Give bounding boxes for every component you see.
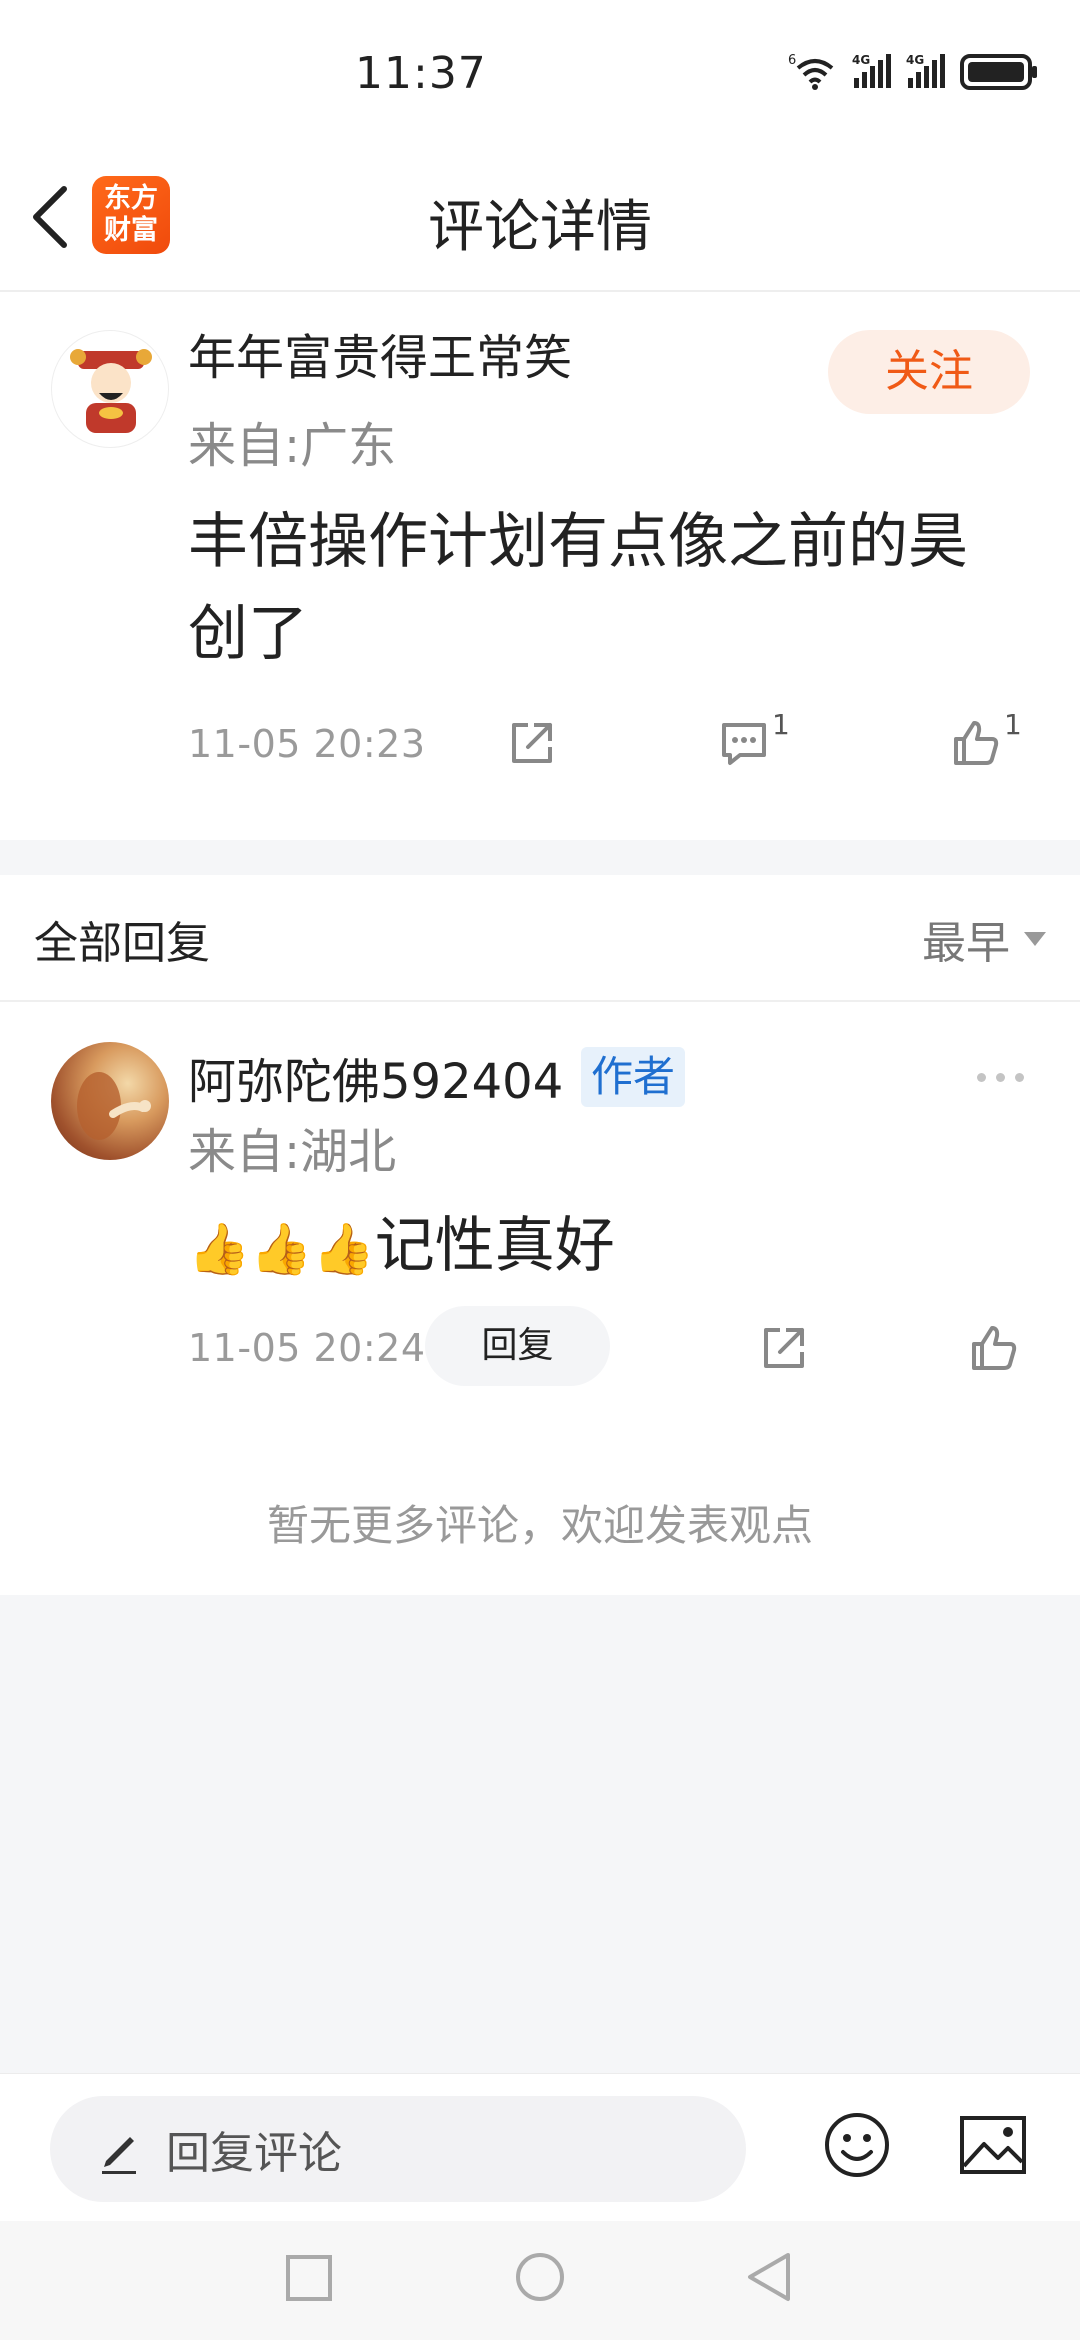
comment-timestamp-value: 11-05 20:23	[188, 722, 426, 766]
page-title: 评论详情	[428, 195, 652, 260]
home-button[interactable]	[513, 2251, 567, 2307]
status-bar: 11:37 6 4G 4G	[0, 0, 1080, 150]
recent-apps-icon	[286, 2255, 332, 2301]
author-badge: 作者	[581, 1047, 686, 1107]
more-dots-icon	[976, 1072, 986, 1082]
like-icon	[954, 721, 999, 765]
reply-input[interactable]: 回复评论	[50, 2096, 746, 2202]
buddha-avatar-icon	[77, 1072, 151, 1140]
share-icon	[512, 723, 552, 763]
header-bar: 东方 财富 评论详情	[0, 150, 1080, 292]
like-count: 1	[1004, 708, 1022, 741]
reply-list: 阿弥陀佛592404 作者 来自:湖北 👍👍👍记性真好 11-05 20:24 …	[0, 1002, 1080, 1595]
replies-title: 全部回复	[34, 918, 210, 969]
system-back-button[interactable]	[744, 2251, 794, 2307]
comment-icon	[722, 723, 766, 765]
reply-content: 👍👍👍记性真好	[188, 1202, 615, 1293]
god-of-wealth-avatar-icon	[70, 349, 152, 433]
like-icon	[972, 1326, 1017, 1370]
status-icons: 6 4G 4G	[788, 52, 1040, 96]
replies-header: 全部回复 最早	[0, 875, 1080, 1002]
battery-icon	[960, 52, 1040, 96]
user-location: 来自:湖北	[188, 1124, 397, 1180]
avatar[interactable]	[51, 330, 169, 448]
recent-apps-button[interactable]	[284, 2251, 334, 2307]
svg-text:4G: 4G	[852, 53, 870, 67]
thumbs-up-emoji: 👍👍👍	[188, 1220, 375, 1278]
reply-timestamp: 11-05 20:24	[188, 1326, 426, 1370]
more-options-button[interactable]	[970, 1062, 1030, 1092]
comment-content: 丰倍操作计划有点像之前的昊创了	[188, 507, 968, 669]
follow-button[interactable]: 关注	[828, 330, 1030, 414]
wifi-icon: 6	[788, 52, 838, 96]
caret-down-icon	[1024, 932, 1046, 946]
emoji-button[interactable]	[822, 2110, 892, 2184]
emoji-icon	[825, 2113, 889, 2177]
reply-button[interactable]: 回复	[425, 1306, 610, 1386]
status-time: 11:37	[355, 48, 487, 99]
comment-button[interactable]	[718, 717, 770, 773]
sort-label: 最早	[922, 918, 1010, 969]
reply-input-placeholder: 回复评论	[166, 2128, 342, 2179]
back-triangle-icon	[748, 2253, 790, 2301]
pencil-icon	[102, 2137, 136, 2174]
share-icon	[764, 1328, 804, 1368]
user-location: 来自:广东	[188, 418, 397, 474]
like-button[interactable]	[968, 1322, 1020, 1378]
signal-icon: 4G	[906, 52, 946, 96]
comment-count: 1	[772, 708, 790, 741]
system-navigation-bar	[0, 2221, 1080, 2340]
user-name[interactable]: 阿弥陀佛592404	[188, 1042, 563, 1112]
avatar[interactable]	[51, 1042, 169, 1160]
signal-icon: 4G	[852, 52, 892, 96]
svg-text:6: 6	[788, 53, 796, 68]
user-name[interactable]: 年年富贵得王常笑	[188, 318, 572, 388]
image-icon	[960, 2116, 1026, 2174]
sort-dropdown[interactable]: 最早	[922, 907, 1046, 971]
home-icon	[516, 2253, 564, 2301]
reply-text: 记性真好	[374, 1211, 615, 1281]
no-more-comments-text: 暂无更多评论，欢迎发表观点	[266, 1501, 813, 1550]
like-button[interactable]	[950, 717, 1002, 773]
share-button[interactable]	[758, 1322, 810, 1378]
composer-bar: 回复评论	[0, 2073, 1080, 2222]
share-button[interactable]	[506, 717, 558, 773]
main-comment: 年年富贵得王常笑 来自:广东 关注 丰倍操作计划有点像之前的昊创了 11-05 …	[0, 292, 1080, 840]
svg-text:4G: 4G	[906, 53, 924, 67]
image-button[interactable]	[958, 2114, 1028, 2180]
